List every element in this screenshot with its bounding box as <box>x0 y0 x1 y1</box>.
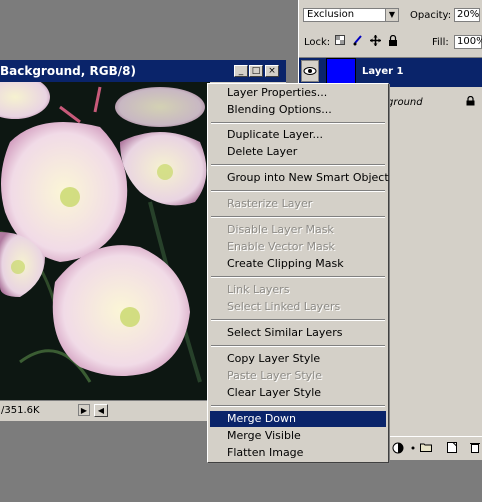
blend-mode-select[interactable]: Exclusion ▼ <box>303 8 399 22</box>
menu-item-link-layers: Link Layers <box>227 283 290 296</box>
dot-icon <box>407 442 419 454</box>
fill-field[interactable]: 100% <box>454 35 482 49</box>
menu-item-flatten-image[interactable]: Flatten Image <box>210 445 386 461</box>
new-group-icon[interactable] <box>420 442 432 454</box>
lock-icon[interactable] <box>388 34 398 46</box>
layer-name: Layer 1 <box>362 66 404 77</box>
menu-item-select-linked-layers: Select Linked Layers <box>227 300 341 313</box>
menu-item-merge-down[interactable]: Merge Down <box>210 411 386 427</box>
layer-context-menu: Layer Properties... Blending Options... … <box>207 83 389 463</box>
eye-icon[interactable] <box>301 60 319 82</box>
document-size: /351.6K <box>1 405 40 416</box>
maximize-button[interactable]: □ <box>249 65 263 77</box>
menu-separator <box>211 345 385 347</box>
lock-icon <box>466 95 475 109</box>
lock-transparent-icon[interactable] <box>335 35 345 46</box>
menu-item-enable-vector-mask: Enable Vector Mask <box>227 240 335 253</box>
menu-item-duplicate-layer[interactable]: Duplicate Layer... <box>210 127 386 143</box>
opacity-field[interactable]: 20% <box>454 8 480 22</box>
menu-separator <box>211 319 385 321</box>
menu-item-delete-layer[interactable]: Delete Layer <box>210 144 386 160</box>
menu-item-layer-properties[interactable]: Layer Properties... <box>210 85 386 101</box>
adjustment-layer-icon[interactable] <box>392 442 404 454</box>
menu-item-disable-layer-mask: Disable Layer Mask <box>227 223 334 236</box>
document-titlebar[interactable]: Background, RGB/8) _ □ × <box>0 60 286 82</box>
flower-photo <box>0 82 210 400</box>
move-icon[interactable] <box>370 35 381 46</box>
minimize-button[interactable]: _ <box>234 65 248 77</box>
play-icon[interactable]: ▶ <box>78 404 90 416</box>
menu-item-create-clipping-mask[interactable]: Create Clipping Mask <box>210 256 386 272</box>
close-button[interactable]: × <box>265 65 279 77</box>
trash-icon[interactable] <box>469 442 481 454</box>
menu-separator <box>211 216 385 218</box>
menu-separator <box>211 276 385 278</box>
menu-item-clear-layer-style[interactable]: Clear Layer Style <box>210 385 386 401</box>
menu-separator <box>211 190 385 192</box>
menu-item-select-similar-layers[interactable]: Select Similar Layers <box>210 325 386 341</box>
lock-label: Lock: <box>304 37 331 48</box>
layer-name: ground <box>387 97 423 108</box>
menu-separator <box>211 405 385 407</box>
fill-label: Fill: <box>432 37 449 48</box>
new-layer-icon[interactable] <box>446 442 458 454</box>
opacity-label: Opacity: <box>410 10 452 21</box>
menu-item-group-smart-object[interactable]: Group into New Smart Object <box>210 170 389 186</box>
menu-item-blending-options[interactable]: Blending Options... <box>210 102 386 118</box>
document-canvas[interactable] <box>0 82 210 400</box>
brush-icon[interactable] <box>353 35 363 46</box>
chevron-down-icon[interactable]: ▼ <box>385 9 398 21</box>
document-title: Background, RGB/8) <box>0 64 136 78</box>
layer-thumbnail <box>326 58 356 85</box>
menu-separator <box>211 122 385 124</box>
menu-item-merge-visible[interactable]: Merge Visible <box>210 428 386 444</box>
menu-item-copy-layer-style[interactable]: Copy Layer Style <box>210 351 386 367</box>
scroll-left-button[interactable]: ◀ <box>94 404 108 417</box>
menu-separator <box>211 164 385 166</box>
blend-mode-value: Exclusion <box>307 9 355 20</box>
menu-item-rasterize-layer: Rasterize Layer <box>227 197 313 210</box>
menu-item-paste-layer-style: Paste Layer Style <box>227 369 322 382</box>
